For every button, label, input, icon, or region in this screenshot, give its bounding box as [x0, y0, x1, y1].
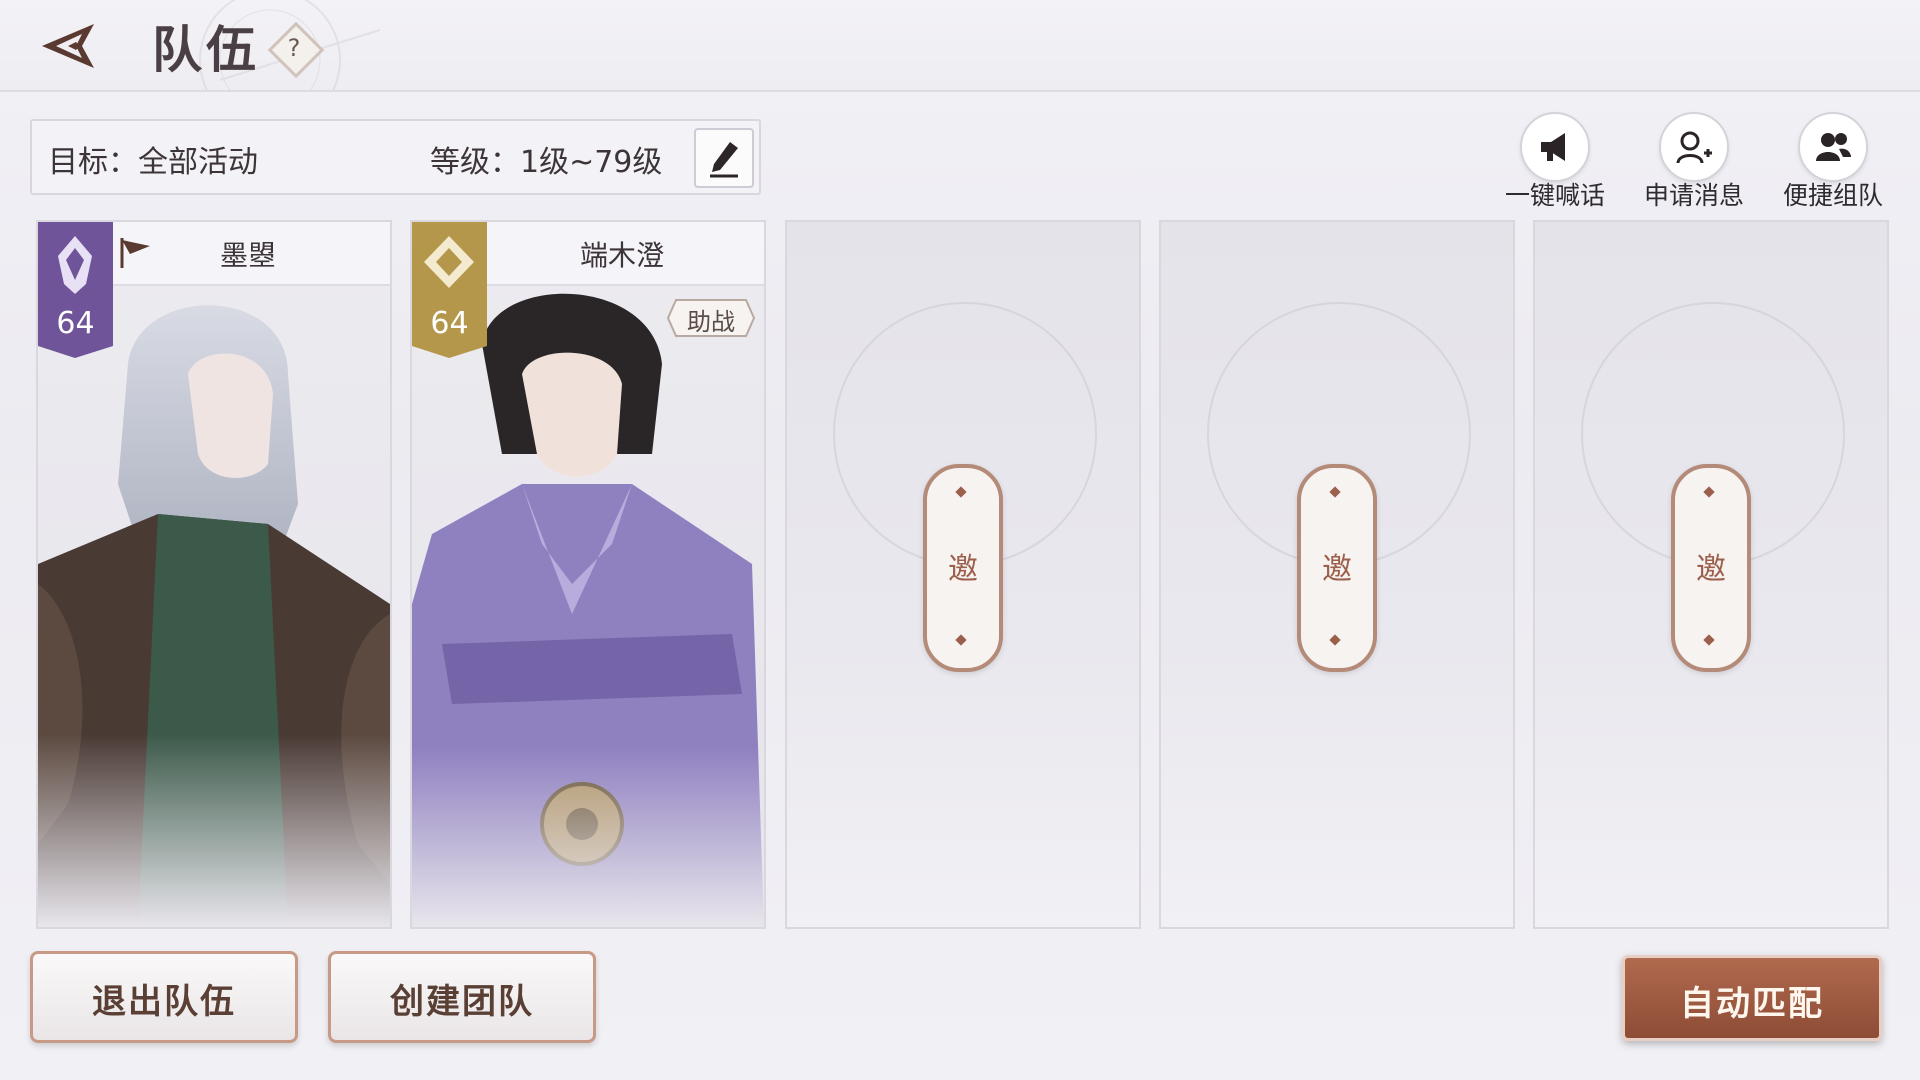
invite-diamond	[1329, 634, 1341, 646]
shout-button[interactable]: 一键喊话	[1500, 112, 1610, 212]
empty-slot: 邀	[1533, 220, 1889, 929]
invite-button[interactable]: 邀	[1297, 464, 1377, 672]
invite-diamond	[1703, 486, 1715, 498]
member-card[interactable]: 墨曌 64	[36, 220, 392, 929]
create-team-button[interactable]: 创建团队	[328, 951, 596, 1043]
empty-slot: 邀	[1159, 220, 1515, 929]
edit-filter-button[interactable]	[694, 128, 754, 188]
leave-team-label: 退出队伍	[92, 982, 236, 1022]
character-portrait	[412, 284, 764, 927]
auto-match-button[interactable]: 自动匹配	[1622, 955, 1882, 1041]
shout-label: 一键喊话	[1504, 181, 1605, 210]
level-label: 等级：1级~79级	[430, 145, 663, 180]
member-name: 墨曌	[219, 239, 276, 272]
character-portrait	[38, 284, 390, 927]
level-badge: 64	[412, 222, 487, 358]
apply-messages-button[interactable]: 申请消息	[1639, 112, 1749, 212]
quick-team-label: 便捷组队	[1782, 181, 1883, 210]
invite-diamond	[1703, 634, 1715, 646]
member-level: 64	[56, 306, 95, 341]
quick-team-button[interactable]: 便捷组队	[1778, 112, 1888, 212]
invite-diamond	[1329, 486, 1341, 498]
level-badge: 64	[38, 222, 113, 358]
invite-label: 邀	[1322, 552, 1352, 587]
back-arrow-icon	[42, 24, 94, 68]
help-icon: ?	[287, 34, 301, 62]
megaphone-icon	[1541, 133, 1565, 161]
member-card[interactable]: 端木澄 助战 64	[410, 220, 766, 929]
assist-tag: 助战	[666, 298, 756, 338]
top-bar: 队伍 ?	[0, 0, 1920, 92]
page-title: 队伍	[152, 20, 260, 79]
back-button[interactable]	[38, 18, 108, 74]
invite-button[interactable]: 邀	[923, 464, 1003, 672]
create-team-label: 创建团队	[390, 982, 534, 1022]
pen-icon	[710, 142, 738, 178]
invite-label: 邀	[948, 552, 978, 587]
assist-tag-label: 助战	[687, 308, 735, 336]
apply-messages-label: 申请消息	[1643, 181, 1744, 210]
empty-slot: 邀	[785, 220, 1141, 929]
member-level: 64	[430, 306, 469, 341]
leave-team-button[interactable]: 退出队伍	[30, 951, 298, 1043]
auto-match-label: 自动匹配	[1680, 984, 1824, 1024]
add-user-icon	[1676, 131, 1712, 164]
target-label: 目标：全部活动	[48, 145, 258, 180]
group-icon	[1816, 133, 1851, 161]
invite-label: 邀	[1696, 552, 1726, 587]
invite-diamond	[955, 634, 967, 646]
member-name: 端木澄	[579, 239, 664, 272]
invite-diamond	[955, 486, 967, 498]
help-button[interactable]: ?	[267, 21, 325, 79]
team-filter-bar: 目标：全部活动 等级：1级~79级	[30, 119, 761, 195]
invite-button[interactable]: 邀	[1671, 464, 1751, 672]
